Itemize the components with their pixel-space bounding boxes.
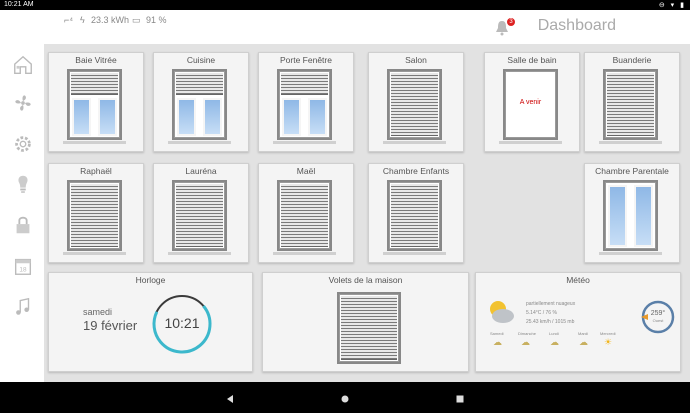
tile-title: Lauréna	[185, 166, 217, 176]
tile-title: Salle de bain	[507, 55, 557, 65]
sun-icon: ☀	[604, 337, 613, 347]
forecast-day: Mercredi	[600, 331, 616, 336]
partly-cloudy-icon	[490, 301, 514, 323]
tile-porte-fenetre[interactable]: Porte Fenêtre	[258, 52, 354, 152]
window-half-open-icon	[172, 69, 227, 140]
tile-baie-vitree[interactable]: Baie Vitrée	[48, 52, 144, 152]
tile-title: Météo	[566, 275, 590, 285]
forecast-day: Dimanche	[518, 331, 537, 336]
cloudy-icon: ☁	[521, 337, 530, 347]
tile-buanderie[interactable]: Buanderie	[584, 52, 680, 152]
tile-title: Volets de la maison	[328, 275, 403, 285]
notification-badge: 3	[507, 18, 515, 26]
dashboard: ⌐⁴ ϟ 23.3 kWh ▭ 91 % 3 Dashboard Baie Vi…	[44, 10, 690, 382]
window-half-open-icon	[67, 69, 122, 140]
tile-chambre-parentale[interactable]: Chambre Parentale	[584, 163, 680, 263]
tile-raphael[interactable]: Raphaël	[48, 163, 144, 263]
settings-icon[interactable]	[12, 133, 34, 155]
energy-icon: ϟ	[80, 15, 85, 25]
wind-degrees: 259°	[650, 310, 666, 317]
tile-salon[interactable]: Salon	[368, 52, 464, 152]
wind-compass-icon	[641, 300, 675, 334]
forecast-row: Samedi ☁ Dimanche ☁ Lundi ☁ Mardi ☁ Merc…	[486, 331, 626, 353]
tile-title: Baie Vitrée	[75, 55, 117, 65]
forecast-day: Lundi	[549, 331, 559, 336]
clock-time: 10:21	[164, 315, 200, 331]
forecast-day: Mardi	[578, 331, 589, 336]
home-nav-icon[interactable]	[341, 395, 349, 403]
shutter-closed-icon	[67, 180, 122, 251]
recents-icon[interactable]	[456, 395, 464, 403]
shutter-closed-icon	[603, 69, 658, 140]
window-half-open-icon	[277, 69, 332, 140]
weather-condition: partiellement nuageux	[526, 301, 576, 307]
tile-horloge[interactable]: Horloge samedi 19 février 10:21	[48, 272, 253, 372]
status-time: 10:21 AM	[4, 1, 34, 8]
tile-cuisine[interactable]: Cuisine	[153, 52, 249, 152]
cloudy-icon: ☁	[493, 337, 502, 347]
coming-soon-label: A venir	[519, 99, 542, 106]
tile-chambre-enfants[interactable]: Chambre Enfants	[368, 163, 464, 263]
weather-temp: 5.14°C / 76 %	[526, 310, 557, 316]
home-icon[interactable]	[12, 54, 34, 76]
calendar-icon[interactable]: 18	[12, 255, 34, 277]
shutter-closed-icon	[172, 180, 227, 251]
cloudy-icon: ☁	[550, 337, 559, 347]
lock-icon[interactable]	[12, 214, 34, 236]
energy-value: 23.3 kWh	[91, 15, 130, 25]
window-icon: ⌐⁴	[64, 15, 74, 25]
shutter-closed-icon	[387, 69, 442, 140]
tile-title: Raphaël	[80, 166, 112, 176]
tile-title: Salon	[405, 55, 427, 65]
music-icon[interactable]	[12, 296, 34, 318]
forecast-day: Samedi	[490, 331, 504, 336]
shutter-closed-icon	[387, 180, 442, 251]
clock-day: samedi	[83, 307, 113, 317]
top-bar: ⌐⁴ ϟ 23.3 kWh ▭ 91 % 3 Dashboard	[44, 10, 690, 44]
wind-direction: Ouest	[652, 318, 664, 323]
weather-wind: 25.43 km/h / 1015 mb	[526, 319, 575, 325]
tile-title: Chambre Parentale	[595, 166, 669, 176]
tile-volets[interactable]: Volets de la maison	[262, 272, 469, 372]
fan-icon[interactable]	[12, 92, 34, 114]
humidity-value: 91 %	[146, 15, 167, 25]
android-nav-bar	[0, 382, 690, 413]
light-bulb-icon[interactable]	[12, 173, 34, 195]
page-title: Dashboard	[537, 17, 616, 34]
status-bar: 10:21 AM ⊖ ▾ ▮	[0, 0, 690, 10]
tile-laurena[interactable]: Lauréna	[153, 163, 249, 263]
tile-mael[interactable]: Maël	[258, 163, 354, 263]
window-open-icon	[603, 180, 658, 251]
back-icon[interactable]	[226, 395, 234, 403]
cloudy-icon: ☁	[579, 337, 588, 347]
window-placeholder-icon: A venir	[503, 69, 558, 140]
tile-meteo[interactable]: Météo partiellement nuageux 5.14°C / 76 …	[475, 272, 681, 372]
tile-title: Maël	[296, 166, 316, 176]
sidebar: 18	[0, 10, 44, 382]
humidity-icon: ▭	[132, 15, 141, 25]
tile-title: Horloge	[135, 275, 166, 285]
tile-title: Cuisine	[186, 55, 216, 65]
tile-salle-de-bain[interactable]: Salle de bain A venir	[484, 52, 580, 152]
system-icons: ⊖ ▾ ▮	[658, 2, 686, 9]
tile-title: Porte Fenêtre	[280, 55, 332, 65]
tile-title: Chambre Enfants	[382, 166, 450, 176]
svg-text:18: 18	[19, 267, 27, 274]
tile-title: Buanderie	[612, 55, 652, 65]
clock-date: 19 février	[83, 318, 138, 333]
shutter-closed-icon	[277, 180, 332, 251]
shutter-closed-icon	[337, 292, 401, 364]
